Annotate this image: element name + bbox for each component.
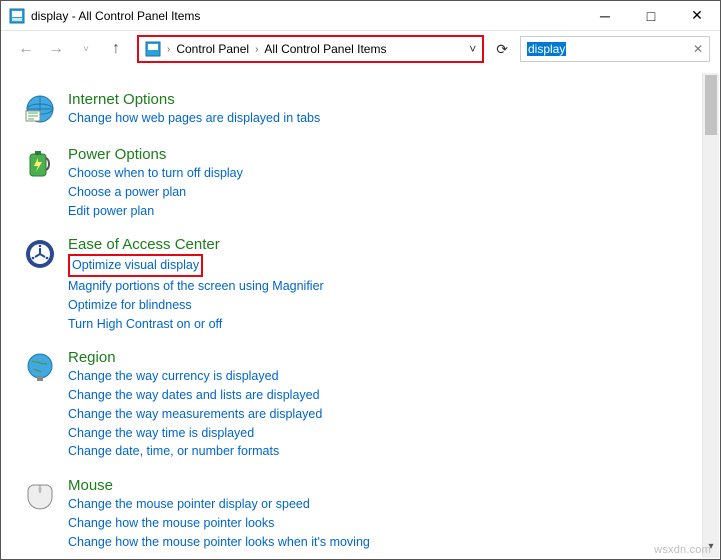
link-region-1[interactable]: Change the way dates and lists are displ… [68,386,322,405]
scrollbar[interactable]: ▴ ▾ [702,73,719,558]
link-power-options-1[interactable]: Choose a power plan [68,183,243,202]
back-button[interactable]: ← [17,40,35,58]
link-ease-of-access-3[interactable]: Turn High Contrast on or off [68,315,324,334]
link-power-options-0[interactable]: Choose when to turn off display [68,164,243,183]
refresh-button[interactable]: ⟳ [496,41,508,58]
link-region-2[interactable]: Change the way measurements are displaye… [68,405,322,424]
clear-search-icon[interactable]: ✕ [693,42,703,56]
breadcrumb-control-panel[interactable]: Control Panel [176,42,249,56]
address-dropdown-icon[interactable]: ˅ [469,42,476,56]
result-internet-options: Internet OptionsChange how web pages are… [24,91,707,130]
nav-row: ← → ˅ ↑ › Control Panel › All Control Pa… [1,31,720,67]
search-box[interactable]: display ✕ [520,36,710,62]
chevron-icon: › [167,44,170,55]
close-button[interactable]: ✕ [674,1,720,30]
result-ease-of-access: Ease of Access CenterOptimize visual dis… [24,236,707,333]
breadcrumb-icon [145,41,161,57]
window-title: display - All Control Panel Items [31,9,200,23]
category-ease-of-access[interactable]: Ease of Access Center [68,236,220,253]
globe-icon [24,91,68,130]
link-region-4[interactable]: Change date, time, or number formats [68,442,322,461]
category-region[interactable]: Region [68,349,116,366]
link-ease-of-access-0[interactable]: Optimize visual display [68,254,324,277]
result-mouse: MouseChange the mouse pointer display or… [24,477,707,551]
link-region-0[interactable]: Change the way currency is displayed [68,367,322,386]
category-internet-options[interactable]: Internet Options [68,91,175,108]
breadcrumb-all-items[interactable]: All Control Panel Items [264,42,386,56]
mouse-icon [24,477,68,516]
maximize-button[interactable]: □ [628,1,674,30]
up-button[interactable]: ↑ [107,40,125,58]
recent-dropdown[interactable]: ˅ [77,44,95,55]
link-ease-of-access-2[interactable]: Optimize for blindness [68,296,324,315]
address-bar[interactable]: › Control Panel › All Control Panel Item… [137,35,484,63]
link-ease-of-access-1[interactable]: Magnify portions of the screen using Mag… [68,277,324,296]
titlebar: display - All Control Panel Items ─ □ ✕ [1,1,720,31]
chevron-icon: › [255,44,258,55]
link-power-options-2[interactable]: Edit power plan [68,202,243,221]
link-mouse-1[interactable]: Change how the mouse pointer looks [68,514,370,533]
category-mouse[interactable]: Mouse [68,477,113,494]
link-region-3[interactable]: Change the way time is displayed [68,424,322,443]
search-results: Internet OptionsChange how web pages are… [2,73,719,558]
watermark: wsxdn.com [654,544,711,556]
ease-icon [24,236,68,275]
battery-icon [24,146,68,185]
control-panel-window: display - All Control Panel Items ─ □ ✕ … [0,0,721,560]
minimize-button[interactable]: ─ [582,1,628,30]
result-power-options: Power OptionsChoose when to turn off dis… [24,146,707,220]
content-area: Internet OptionsChange how web pages are… [2,73,719,558]
category-power-options[interactable]: Power Options [68,146,166,163]
search-term: display [527,42,566,56]
globe2-icon [24,349,68,388]
link-mouse-0[interactable]: Change the mouse pointer display or spee… [68,495,370,514]
control-panel-icon [9,8,25,24]
forward-button[interactable]: → [47,40,65,58]
link-mouse-2[interactable]: Change how the mouse pointer looks when … [68,533,370,552]
link-internet-options-0[interactable]: Change how web pages are displayed in ta… [68,109,320,128]
result-region: RegionChange the way currency is display… [24,349,707,461]
scroll-thumb[interactable] [705,75,717,135]
